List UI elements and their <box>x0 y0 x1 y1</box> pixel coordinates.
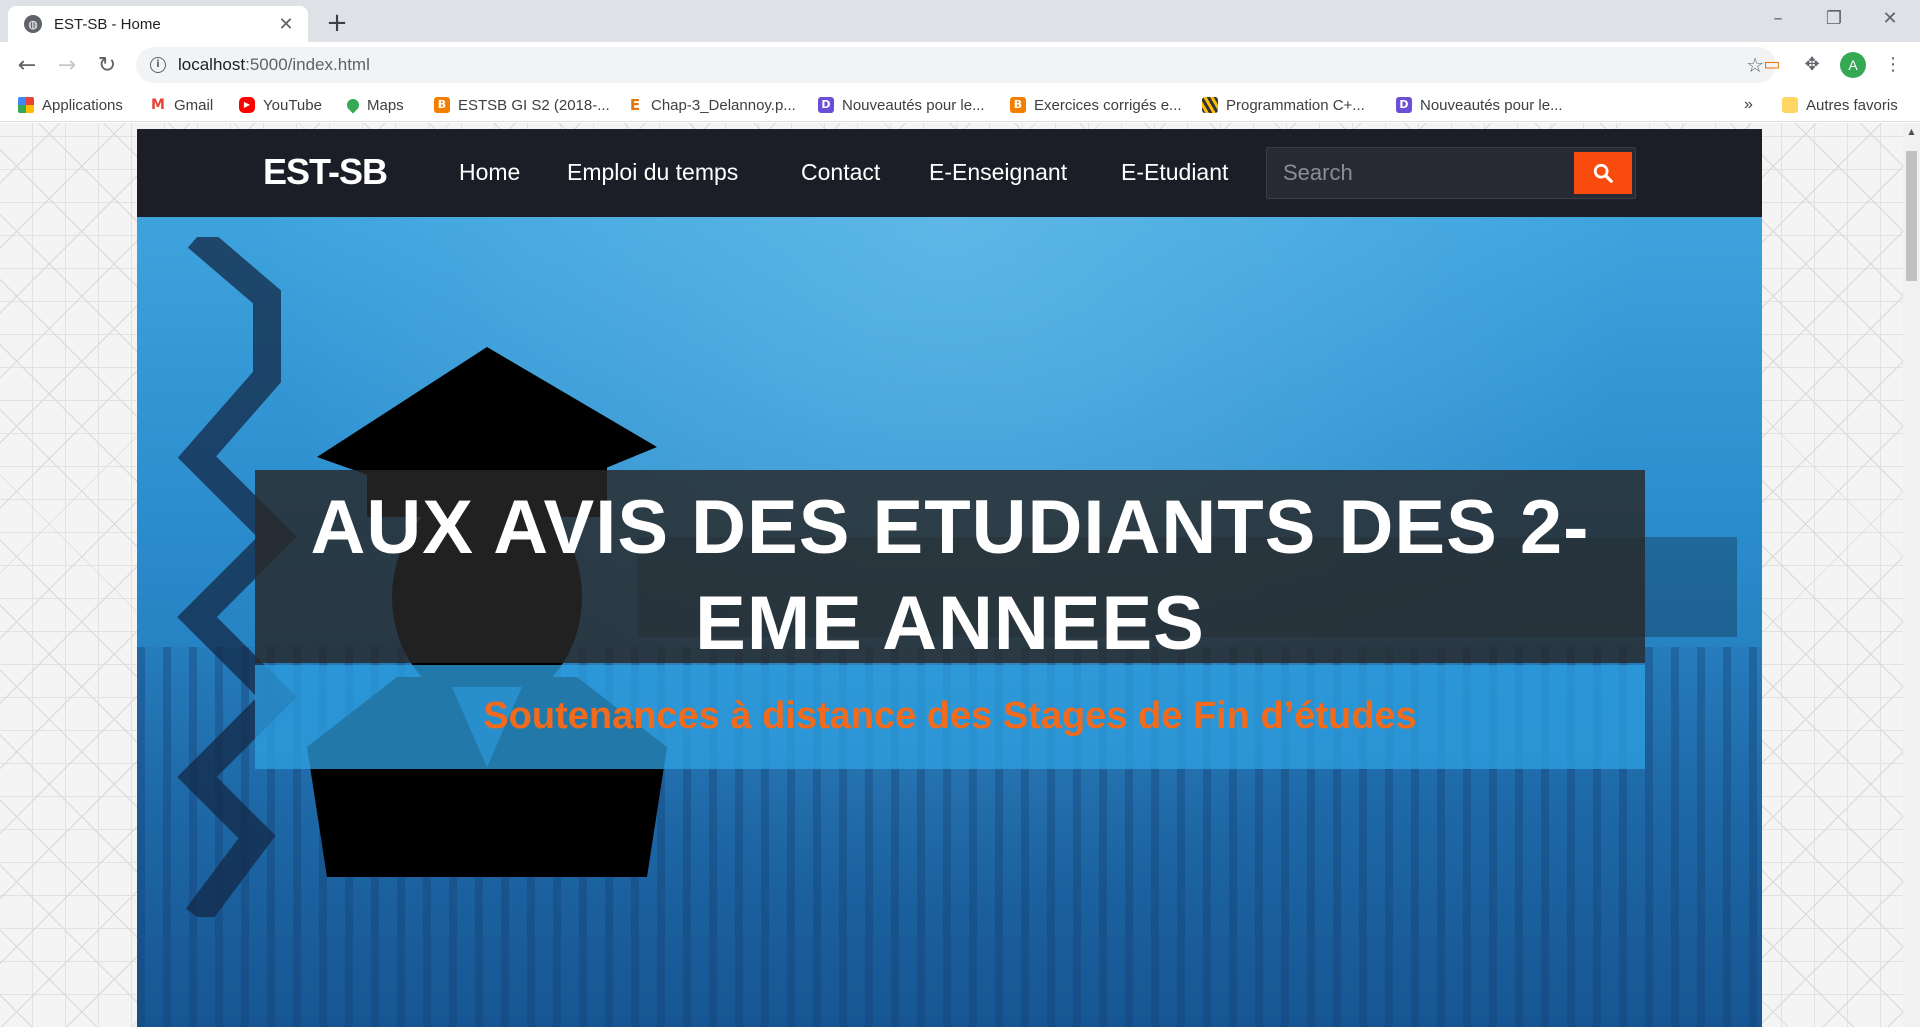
new-tab-button[interactable]: + <box>322 8 352 38</box>
close-window-icon[interactable]: ✕ <box>1862 0 1918 40</box>
bookmark-label: Maps <box>367 96 404 114</box>
address-bar[interactable]: i localhost:5000/index.html ☆ <box>136 47 1776 83</box>
site-container: EST-SB Home Emploi du temps Contact E-En… <box>137 129 1762 1027</box>
bookmark-label: Exercices corrigés e... <box>1034 96 1182 114</box>
bookmark-youtube[interactable]: ▶ YouTube <box>239 93 322 117</box>
reload-icon[interactable]: ↻ <box>91 50 123 82</box>
browser-tab[interactable]: ◍ EST-SB - Home ✕ <box>8 6 308 42</box>
bookmark-nouveautes-1[interactable]: D Nouveautés pour le... <box>818 93 985 117</box>
tab-title: EST-SB - Home <box>54 15 161 33</box>
extension-reader-icon[interactable]: ▭ <box>1759 52 1785 78</box>
bookmark-label: Autres favoris <box>1806 96 1898 114</box>
extensions-puzzle-icon[interactable]: ✥ <box>1799 52 1825 78</box>
nav-e-etudiant[interactable]: E-Etudiant <box>1121 159 1228 186</box>
hero-subtitle-banner: Soutenances à distance des Stages de Fin… <box>255 665 1645 769</box>
bookmark-label: YouTube <box>263 96 322 114</box>
minimize-icon[interactable]: – <box>1750 0 1806 40</box>
bookmark-label: Chap-3_Delannoy.p... <box>651 96 796 114</box>
search-button[interactable] <box>1574 152 1632 194</box>
page-scrollbar[interactable]: ▲ <box>1903 123 1920 1027</box>
url-text: localhost:5000/index.html <box>178 55 370 74</box>
folder-icon <box>1782 97 1798 113</box>
site-brand[interactable]: EST-SB <box>263 151 388 193</box>
browser-toolbar: ← → ↻ i localhost:5000/index.html ☆ ▭ ✥ … <box>0 42 1920 88</box>
nav-emploi-du-temps[interactable]: Emploi du temps <box>567 159 738 186</box>
stripes-icon <box>1202 97 1218 113</box>
nav-contact[interactable]: Contact <box>801 159 880 186</box>
nav-e-enseignant[interactable]: E-Enseignant <box>929 159 1067 186</box>
close-icon[interactable]: ✕ <box>276 14 296 35</box>
blogger-icon: B <box>434 97 450 113</box>
bookmark-programmation[interactable]: Programmation C+... <box>1202 93 1365 117</box>
bookmark-label: Applications <box>42 96 123 114</box>
back-icon[interactable]: ← <box>11 50 43 82</box>
bookmark-label: Nouveautés pour le... <box>1420 96 1563 114</box>
bookmarks-bar: Applications M Gmail ▶ YouTube Maps B ES… <box>0 88 1920 122</box>
hero-subtitle: Soutenances à distance des Stages de Fin… <box>483 695 1417 737</box>
search-icon <box>1593 163 1613 183</box>
bookmark-label: Gmail <box>174 96 214 114</box>
search-box <box>1266 147 1636 199</box>
menu-kebab-icon[interactable]: ⋮ <box>1880 52 1906 78</box>
bookmark-label: ESTSB GI S2 (2018-... <box>458 96 610 114</box>
page-viewport: EST-SB Home Emploi du temps Contact E-En… <box>0 123 1920 1027</box>
e-doc-icon: E <box>627 97 643 113</box>
bookmark-maps[interactable]: Maps <box>344 93 404 117</box>
scroll-up-icon[interactable]: ▲ <box>1903 123 1920 140</box>
profile-avatar[interactable]: A <box>1840 52 1866 78</box>
hero-title: AUX AVIS DES ETUDIANTS DES 2-EME ANNEES <box>310 485 1590 666</box>
info-icon[interactable]: i <box>150 57 166 73</box>
nav-home[interactable]: Home <box>459 159 520 186</box>
globe-icon: ◍ <box>24 15 42 33</box>
bookmarks-overflow-button[interactable]: » <box>1744 93 1753 117</box>
bookmark-chap3[interactable]: E Chap-3_Delannoy.p... <box>627 93 796 117</box>
bookmark-nouveautes-2[interactable]: D Nouveautés pour le... <box>1396 93 1563 117</box>
scroll-thumb[interactable] <box>1906 151 1917 281</box>
purple-d-icon: D <box>1396 97 1412 113</box>
other-bookmarks-folder[interactable]: Autres favoris <box>1782 93 1898 117</box>
hero-section: AUX AVIS DES ETUDIANTS DES 2-EME ANNEES … <box>137 217 1762 1027</box>
maps-pin-icon <box>344 96 362 114</box>
site-navbar: EST-SB Home Emploi du temps Contact E-En… <box>137 129 1762 217</box>
bookmark-estsb[interactable]: B ESTSB GI S2 (2018-... <box>434 93 610 117</box>
apps-grid-icon <box>18 97 34 113</box>
bookmark-applications[interactable]: Applications <box>18 93 123 117</box>
blogger-icon: B <box>1010 97 1026 113</box>
bookmark-label: Nouveautés pour le... <box>842 96 985 114</box>
bookmark-exercices[interactable]: B Exercices corrigés e... <box>1010 93 1182 117</box>
gmail-icon: M <box>150 97 166 113</box>
forward-icon[interactable]: → <box>51 50 83 82</box>
restore-icon[interactable]: ❐ <box>1806 0 1862 40</box>
tab-strip: ◍ EST-SB - Home ✕ + – ❐ ✕ <box>0 0 1920 42</box>
bookmark-gmail[interactable]: M Gmail <box>150 93 213 117</box>
purple-d-icon: D <box>818 97 834 113</box>
youtube-icon: ▶ <box>239 97 255 113</box>
search-input[interactable] <box>1267 148 1577 198</box>
bookmark-label: Programmation C+... <box>1226 96 1365 114</box>
hero-title-banner: AUX AVIS DES ETUDIANTS DES 2-EME ANNEES <box>255 470 1645 666</box>
